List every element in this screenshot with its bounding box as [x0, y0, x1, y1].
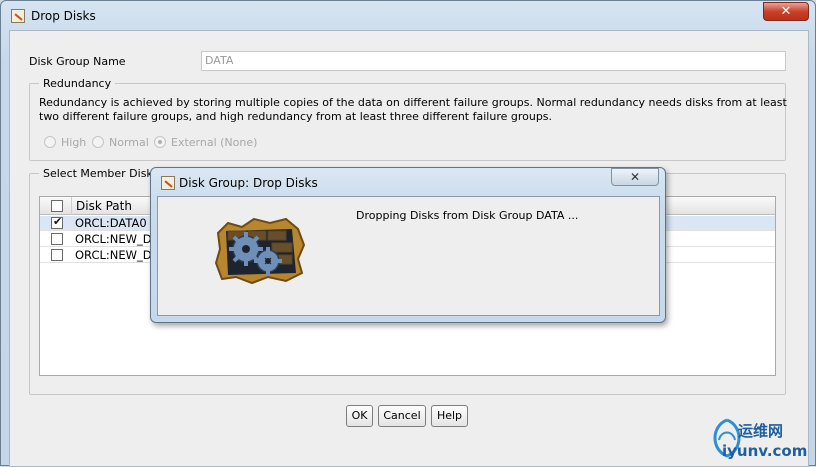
disk-path-cell: ORCL:NEW_D: [75, 248, 152, 262]
disk-path-header[interactable]: Disk Path: [76, 199, 132, 213]
row-checkbox[interactable]: [51, 215, 63, 229]
disk-path-cell: ORCL:NEW_D: [75, 232, 152, 246]
radio-high[interactable]: [44, 136, 56, 148]
dialog-title: Disk Group: Drop Disks: [179, 176, 318, 190]
radio-high-label: High: [61, 136, 87, 149]
redundancy-description-line1: Redundancy is achieved by storing multip…: [39, 96, 787, 109]
disk-path-cell: ORCL:DATA0: [75, 216, 147, 230]
disk-group-name-field[interactable]: DATA: [201, 51, 786, 71]
member-disks-legend: Select Member Disks: [39, 167, 163, 180]
redundancy-legend: Redundancy: [39, 77, 116, 90]
radio-external[interactable]: [154, 136, 166, 148]
ok-button[interactable]: OK: [346, 405, 373, 427]
disk-group-name-label: Disk Group Name: [29, 55, 126, 68]
dialog-app-icon: [161, 176, 175, 190]
dialog-body: Dropping Disks from Disk Group DATA ...: [157, 196, 660, 316]
redundancy-description-line2: two different failure groups, and high r…: [39, 110, 553, 123]
watermark-cn: 运维网: [738, 422, 784, 440]
row-checkbox[interactable]: [51, 233, 63, 245]
app-icon: [11, 9, 25, 23]
drop-disks-dialog: Disk Group: Drop Disks ✕ Dropping Disks …: [150, 167, 666, 323]
help-button[interactable]: Help: [431, 405, 468, 427]
close-button[interactable]: ✕: [763, 2, 809, 21]
window-title: Drop Disks: [31, 9, 96, 23]
select-all-checkbox[interactable]: [51, 200, 63, 212]
radio-normal-label: Normal: [109, 136, 149, 149]
cancel-button[interactable]: Cancel: [378, 405, 426, 427]
dialog-close-button[interactable]: ✕: [611, 168, 659, 186]
radio-normal[interactable]: [92, 136, 104, 148]
radio-external-label: External (None): [171, 136, 258, 149]
column-divider: [71, 197, 72, 215]
row-checkbox[interactable]: [51, 249, 63, 261]
watermark-url: iyunv.com: [722, 442, 808, 460]
gears-in-brick-wall-icon: [214, 217, 306, 285]
dialog-message: Dropping Disks from Disk Group DATA ...: [356, 209, 579, 222]
